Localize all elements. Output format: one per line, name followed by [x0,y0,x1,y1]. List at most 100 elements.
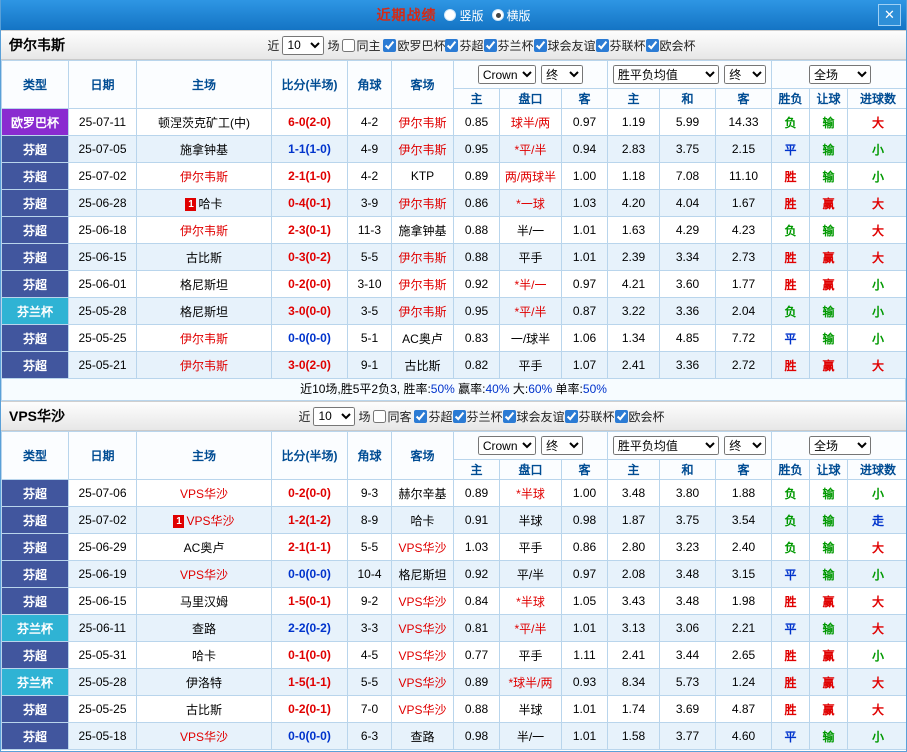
league-checkbox[interactable] [564,409,578,423]
score-cell: 0-3(0-2) [271,243,348,271]
league-type-badge: 芬超 [1,162,69,190]
league-filter[interactable]: 芬兰杯 [452,408,503,425]
close-button[interactable]: ✕ [878,4,901,26]
league-checkbox[interactable] [645,38,659,52]
result-wdl: 平 [771,135,811,163]
layout-horizontal-option[interactable]: 横版 [491,7,531,24]
league-checkbox[interactable] [595,38,609,52]
league-checkbox[interactable] [383,38,397,52]
home-team-name: VPS华沙 [179,567,228,582]
league-type-badge: 芬超 [1,216,69,244]
league-checkbox[interactable] [414,409,428,423]
league-checkbox[interactable] [452,409,466,423]
horizontal-radio[interactable] [491,9,504,21]
avg-select[interactable]: 胜平负均值 [612,436,719,455]
league-filter[interactable]: 芬联杯 [595,37,646,54]
match-count-select[interactable]: 10 [282,35,325,55]
result-goals: 小 [847,641,906,669]
vertical-radio[interactable] [444,9,457,21]
corners-cell: 4-2 [347,108,392,136]
col-date: 日期 [68,431,137,480]
odds-stage-select[interactable]: 终 [541,65,584,84]
bookmaker-select[interactable]: Crown [477,436,536,455]
corners-cell: 7-0 [347,695,392,723]
summary-segment: 40% [485,382,510,396]
league-filter[interactable]: 欧会杯 [614,408,665,425]
odds-away: 1.01 [560,216,609,244]
league-filter[interactable]: 球会友谊 [502,408,565,425]
match-date: 25-06-28 [68,189,137,217]
handicap: *平/半 [499,135,562,163]
odds-away: 0.86 [560,533,609,561]
league-checkbox[interactable] [445,38,459,52]
home-team-cell: 哈卡 [136,641,272,669]
same-venue-filter[interactable]: 同客 [373,408,411,425]
layout-vertical-option[interactable]: 竖版 [444,7,484,24]
red-card-badge: 1 [185,197,197,211]
col-score: 比分(半场) [271,431,348,480]
league-checkbox[interactable] [533,38,547,52]
result-handicap: 赢 [809,243,849,271]
result-goals: 大 [847,108,906,136]
avg-draw: 3.69 [659,695,717,723]
away-team-cell: 施拿钟基 [391,216,454,244]
result-wdl: 胜 [771,641,811,669]
odds-home: 0.91 [453,506,500,534]
same-venue-filter[interactable]: 同主 [342,37,380,54]
avg-select[interactable]: 胜平负均值 [612,65,719,84]
horizontal-label: 横版 [506,8,531,23]
league-filter[interactable]: 欧会杯 [645,37,696,54]
same-venue-checkbox[interactable] [373,409,387,423]
avg-stage-select[interactable]: 终 [724,436,767,455]
result-group-header: 全场 [771,431,906,460]
match-date: 25-06-11 [68,614,137,642]
league-filters: 芬超 芬兰杯 球会友谊 芬联杯 欧会杯 [414,408,665,425]
league-label: 芬超 [428,409,453,424]
match-count-select[interactable]: 10 [313,406,356,426]
avg-home: 2.41 [607,641,661,669]
score-cell: 0-2(0-0) [271,479,348,507]
league-checkbox[interactable] [502,409,516,423]
home-team-name: AC奥卢 [183,540,225,555]
league-filter[interactable]: 芬超 [445,37,484,54]
league-filter[interactable]: 球会友谊 [533,37,596,54]
corners-cell: 10-4 [347,560,392,588]
match-date: 25-07-02 [68,506,137,534]
team-header-2: VPS华沙 近 10 场 同客 芬超 芬兰杯 球会友谊 芬联杯 欧会杯 [1,401,906,431]
league-checkbox[interactable] [614,409,628,423]
result-goals: 大 [847,533,906,561]
league-filter[interactable]: 欧罗巴杯 [383,37,445,54]
avg-stage-select[interactable]: 终 [724,65,767,84]
away-team-cell: VPS华沙 [391,587,454,615]
away-team-name: 古比斯 [404,358,441,373]
result-handicap: 赢 [809,351,849,379]
league-type-badge: 芬超 [1,135,69,163]
result-handicap: 输 [809,216,849,244]
scope-select[interactable]: 全场 [809,65,872,84]
corners-cell: 8-9 [347,506,392,534]
score-cell: 0-1(0-0) [271,641,348,669]
odds-away: 1.01 [560,722,609,750]
same-venue-label: 同客 [387,409,412,424]
dialog-title: 近期战绩 [376,7,437,23]
scope-select[interactable]: 全场 [809,436,872,455]
league-filter[interactable]: 芬联杯 [564,408,615,425]
odds-home: 0.82 [453,351,500,379]
avg-group-header: 胜平负均值 终 [607,431,773,460]
league-filter[interactable]: 芬兰杯 [483,37,534,54]
odds-home: 0.88 [453,695,500,723]
odds-stage-select[interactable]: 终 [541,436,584,455]
match-date: 25-05-25 [68,324,137,352]
subcol-avg-home: 主 [607,459,661,480]
score-cell: 1-1(1-0) [271,135,348,163]
same-venue-checkbox[interactable] [342,38,356,52]
odds-home: 0.98 [453,722,500,750]
matches-body-2: 芬超 25-07-06 VPS华沙 0-2(0-0) 9-3 赫尔辛基 0.89… [1,479,906,750]
subcol-goals-result: 进球数 [847,459,906,480]
league-checkbox[interactable] [483,38,497,52]
avg-away: 1.77 [715,270,773,298]
league-filter[interactable]: 芬超 [414,408,453,425]
bookmaker-select[interactable]: Crown [477,65,536,84]
result-goals: 大 [847,216,906,244]
away-team-name: VPS华沙 [398,540,447,555]
